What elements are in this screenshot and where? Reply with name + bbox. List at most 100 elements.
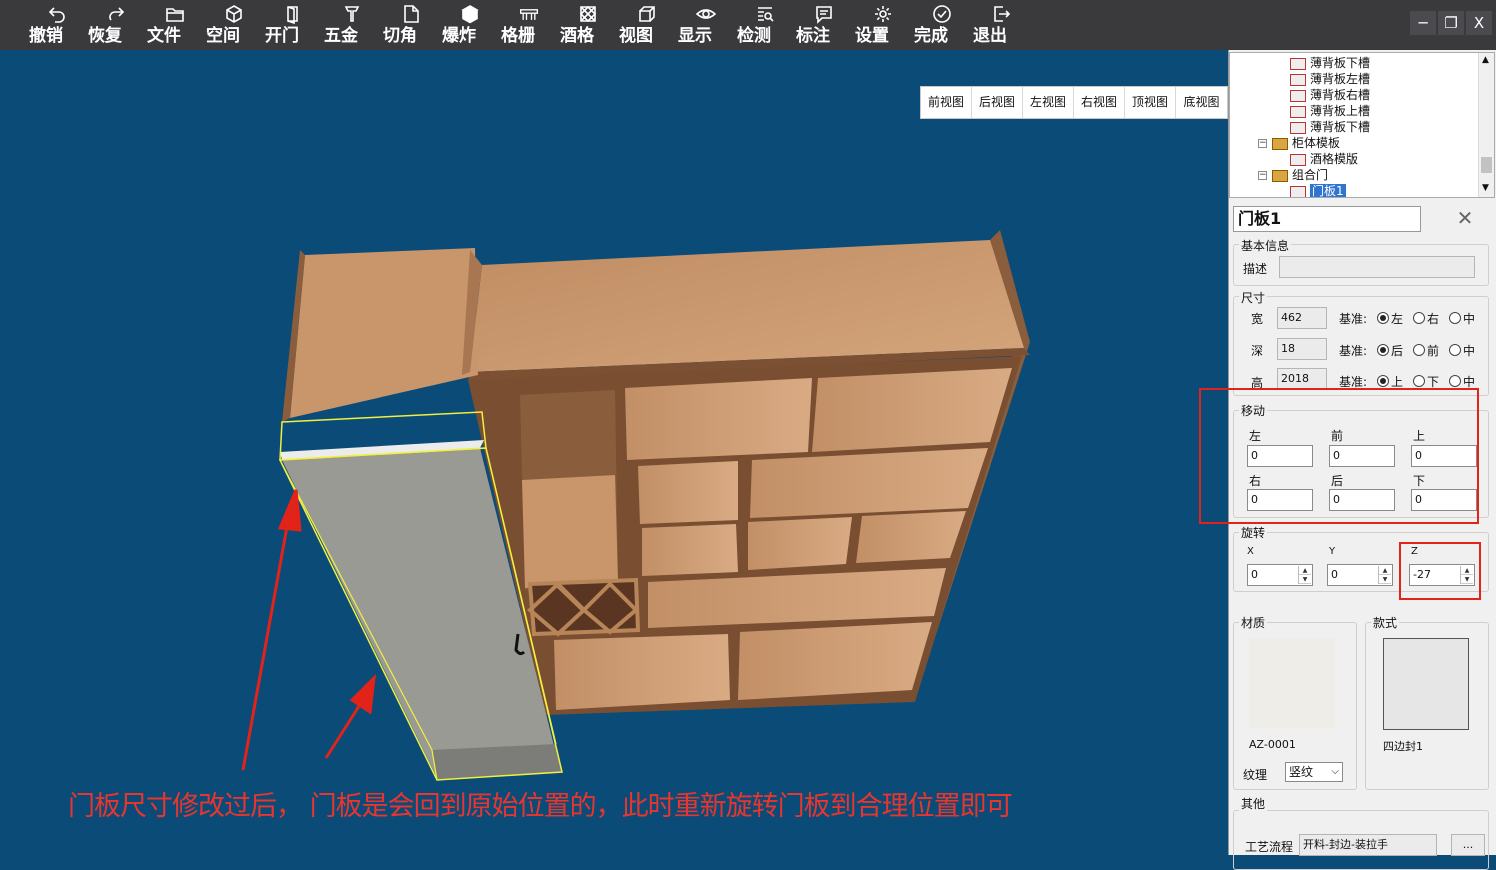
tree-item[interactable]: 薄背板下槽 xyxy=(1290,55,1370,71)
tree-item[interactable]: 酒格模版 xyxy=(1290,151,1358,167)
material-swatch[interactable] xyxy=(1249,638,1335,728)
basic-info-title: 基本信息 xyxy=(1239,237,1292,254)
bottom-view-button[interactable]: 底视图 xyxy=(1176,87,1227,118)
right-view-button[interactable]: 右视图 xyxy=(1074,87,1125,118)
redo-button[interactable]: 恢复 xyxy=(88,2,144,48)
grain-select[interactable]: 竖纹 ⌵ xyxy=(1285,762,1343,782)
undo-icon xyxy=(29,4,85,26)
tree-item[interactable]: 薄背板下槽 xyxy=(1290,119,1370,135)
tree-item-selected[interactable]: 门板1 xyxy=(1290,183,1346,197)
height-base-center-radio[interactable] xyxy=(1449,375,1461,387)
move-highlight-box xyxy=(1199,388,1479,524)
wine-rack-icon xyxy=(560,4,616,26)
tree-group[interactable]: 柜体模板 xyxy=(1272,135,1340,151)
width-base-center-radio[interactable] xyxy=(1449,312,1461,324)
front-view-button[interactable]: 前视图 xyxy=(921,87,972,118)
back-view-button[interactable]: 后视图 xyxy=(972,87,1023,118)
close-icon[interactable]: ✕ xyxy=(1455,206,1475,230)
open-door-button[interactable]: 开门 xyxy=(265,2,321,48)
panel-icon xyxy=(1290,57,1306,70)
width-base-left-radio[interactable] xyxy=(1377,312,1389,324)
finish-button[interactable]: 完成 xyxy=(914,2,970,48)
panel-icon xyxy=(1290,153,1306,166)
wine-rack-button[interactable]: 酒格 xyxy=(560,2,616,48)
process-field[interactable]: 开料-封边-装拉手 xyxy=(1299,834,1437,856)
rotate-x-spinner[interactable]: ▲ ▼ xyxy=(1298,566,1311,584)
tree-item[interactable]: 薄背板上槽 xyxy=(1290,103,1370,119)
scroll-down-icon[interactable]: ▼ xyxy=(1482,183,1489,193)
panel-icon xyxy=(1290,105,1306,118)
minimize-button[interactable]: ─ xyxy=(1410,11,1436,35)
view-switch-bar: 前视图 后视图 左视图 右视图 顶视图 底视图 xyxy=(920,86,1228,119)
3d-viewport[interactable]: 前视图 后视图 左视图 右视图 顶视图 底视图 门板尺寸修改过后， 门板是会回到… xyxy=(0,50,1228,855)
scroll-up-icon[interactable]: ▲ xyxy=(1482,55,1489,65)
annotate-button[interactable]: 标注 xyxy=(796,2,852,48)
inspect-icon xyxy=(737,4,793,26)
check-circle-icon xyxy=(914,4,970,26)
exit-button[interactable]: 退出 xyxy=(973,2,1029,48)
height-base-bottom-radio[interactable] xyxy=(1413,375,1425,387)
cabinet-3d-scene[interactable] xyxy=(0,50,1228,855)
left-section-top xyxy=(290,248,478,418)
redo-icon xyxy=(88,4,144,26)
cut-corner-button[interactable]: 切角 xyxy=(383,2,439,48)
compartment-2 xyxy=(812,368,1012,452)
red-arrow-2 xyxy=(324,673,376,759)
rotate-x-field[interactable]: 0 ▲ ▼ xyxy=(1247,564,1313,586)
space-button[interactable]: 空间 xyxy=(206,2,262,48)
explode-button[interactable]: 爆炸 xyxy=(442,2,498,48)
hardware-button[interactable]: 五金 xyxy=(324,2,380,48)
collapse-toggle[interactable]: − xyxy=(1258,171,1267,180)
tree-item[interactable]: 薄背板左槽 xyxy=(1290,71,1370,87)
inspect-button[interactable]: 检测 xyxy=(737,2,793,48)
property-panel: 薄背板下槽 薄背板左槽 薄背板右槽 薄背板上槽 薄背板下槽 − 柜体模板 酒格模… xyxy=(1199,50,1496,870)
display-button[interactable]: 显示 xyxy=(678,2,734,48)
grille-button[interactable]: 格栅 xyxy=(501,2,557,48)
height-field[interactable]: 2018 xyxy=(1277,368,1327,390)
view-button[interactable]: 视图 xyxy=(619,2,675,48)
file-button[interactable]: 文件 xyxy=(147,2,203,48)
grain-label: 纹理 xyxy=(1243,768,1268,782)
style-name: 四边封1 xyxy=(1383,740,1423,753)
depth-label: 深 xyxy=(1251,344,1264,358)
component-tree[interactable]: 薄背板下槽 薄背板左槽 薄背板右槽 薄背板上槽 薄背板下槽 − 柜体模板 酒格模… xyxy=(1229,52,1495,198)
depth-field[interactable]: 18 xyxy=(1277,338,1327,360)
collapse-toggle[interactable]: − xyxy=(1258,139,1267,148)
tree-item[interactable]: 薄背板右槽 xyxy=(1290,87,1370,103)
height-base-top-radio[interactable] xyxy=(1377,375,1389,387)
chevron-down-icon: ⌵ xyxy=(1331,766,1339,777)
rotate-y-spinner[interactable]: ▲ ▼ xyxy=(1378,566,1391,584)
width-base-right-radio[interactable] xyxy=(1413,312,1425,324)
restore-button[interactable]: ❐ xyxy=(1438,11,1464,35)
tree-scrollbar[interactable]: ▲ ▼ xyxy=(1478,53,1494,197)
process-more-button[interactable]: ... xyxy=(1451,834,1485,856)
process-label: 工艺流程 xyxy=(1245,840,1294,854)
rotate-y-field[interactable]: 0 ▲ ▼ xyxy=(1327,564,1393,586)
material-code: AZ-0001 xyxy=(1249,738,1296,751)
depth-base-center-radio[interactable] xyxy=(1449,344,1461,356)
panel-icon xyxy=(1290,73,1306,86)
rotate-y-label: Y xyxy=(1329,546,1336,557)
depth-base-back-radio[interactable] xyxy=(1377,344,1389,356)
view-cube-icon xyxy=(619,4,675,26)
width-field[interactable]: 462 xyxy=(1277,307,1327,329)
door-icon xyxy=(265,4,321,26)
tree-group[interactable]: 组合门 xyxy=(1272,167,1328,183)
left-view-button[interactable]: 左视图 xyxy=(1023,87,1074,118)
close-window-button[interactable]: X xyxy=(1466,11,1492,35)
component-name-field[interactable]: 门板1 xyxy=(1233,206,1421,232)
group-folder-icon xyxy=(1272,137,1288,150)
cut-corner-icon xyxy=(383,4,439,26)
undo-button[interactable]: 撤销 xyxy=(29,2,85,48)
style-preview[interactable] xyxy=(1383,638,1469,730)
explode-cube-icon xyxy=(442,4,498,26)
scroll-thumb[interactable] xyxy=(1481,157,1492,173)
rotate-z-highlight-box xyxy=(1399,542,1481,600)
depth-base-front-radio[interactable] xyxy=(1413,344,1425,356)
compartment-1 xyxy=(625,378,812,460)
settings-button[interactable]: 设置 xyxy=(855,2,911,48)
desc-field[interactable] xyxy=(1279,256,1475,278)
material-title: 材质 xyxy=(1239,614,1268,631)
main-toolbar: 撤销 恢复 文件 空间 开门 五金 切角 爆炸 格栅 酒格 视图 显示 检测 标… xyxy=(0,0,1496,50)
top-view-button[interactable]: 顶视图 xyxy=(1125,87,1176,118)
